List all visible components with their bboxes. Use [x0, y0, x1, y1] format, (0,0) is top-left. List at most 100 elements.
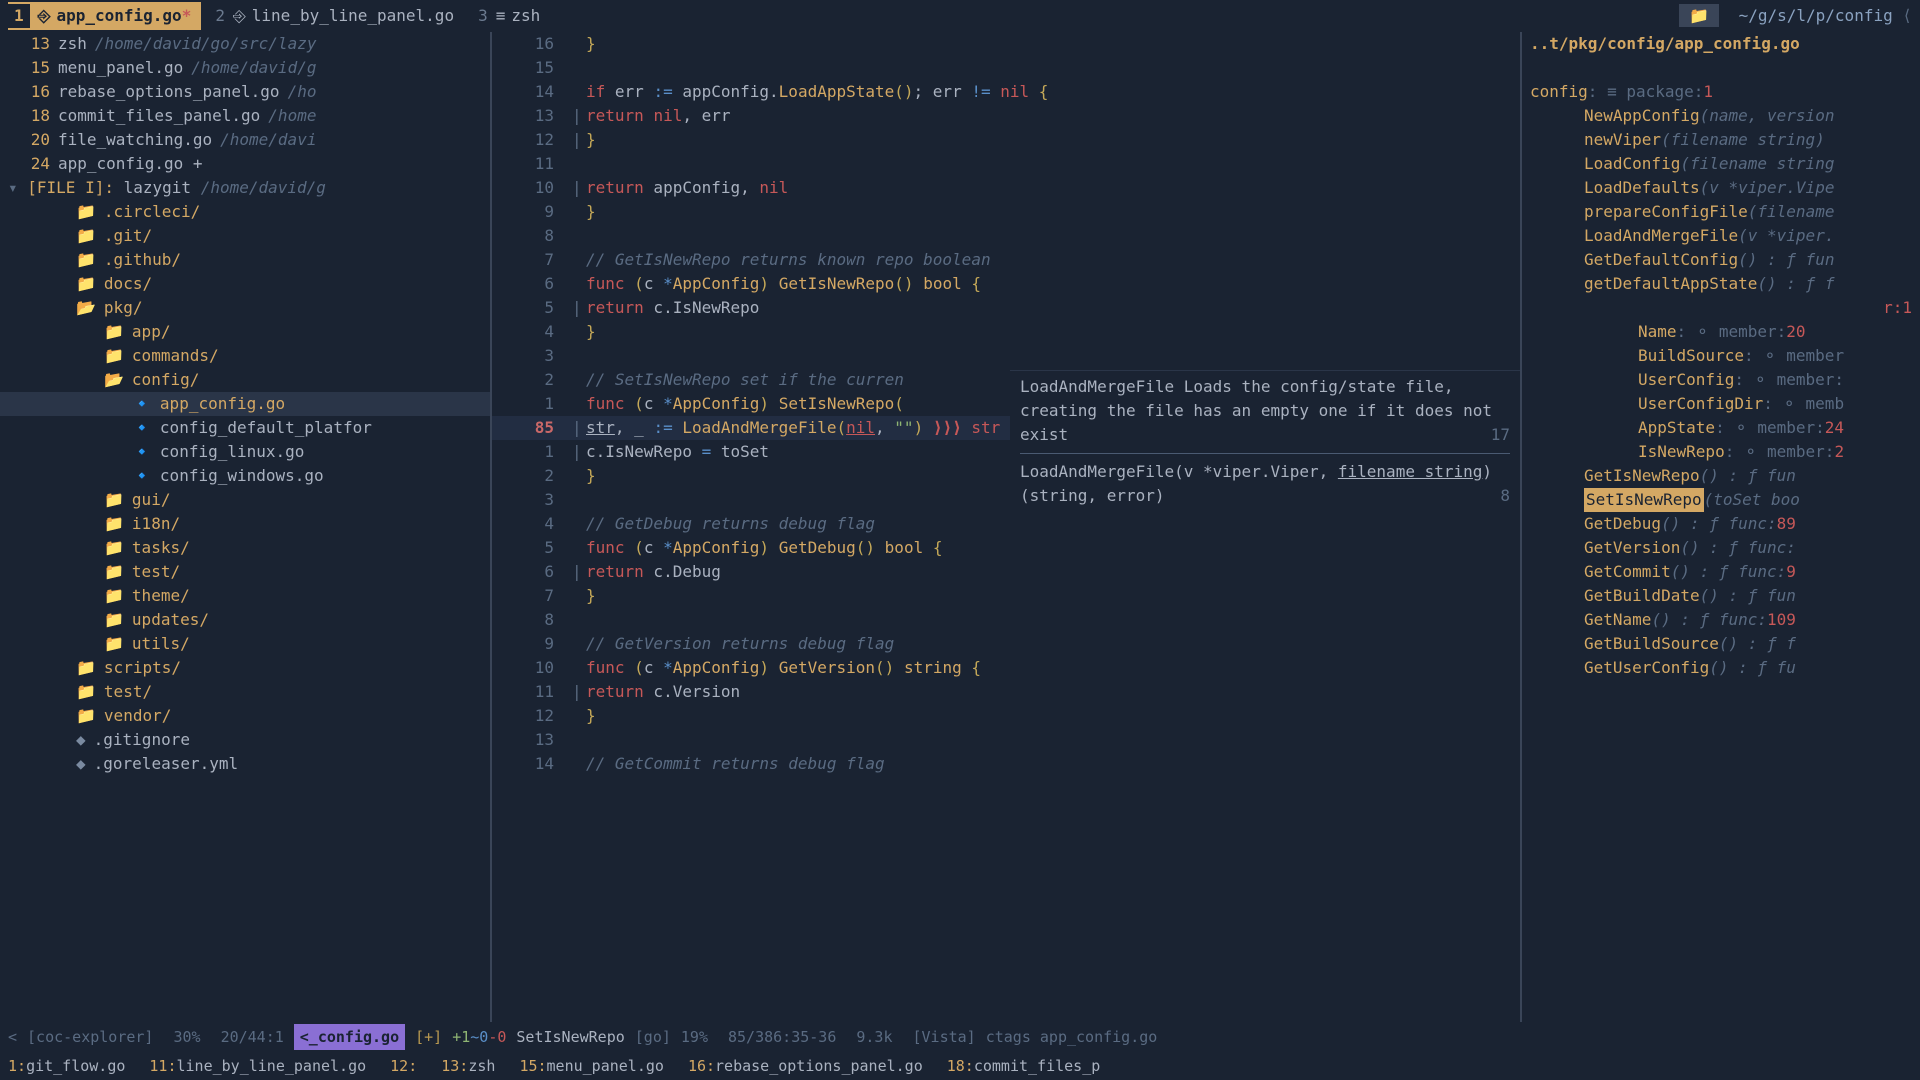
buffer-item[interactable]: 16:rebase_options_panel.go: [688, 1055, 923, 1078]
outline-item[interactable]: getDefaultAppState() : ƒ f: [1522, 272, 1920, 296]
code-line[interactable]: 14if err := appConfig.LoadAppState(); er…: [492, 80, 1520, 104]
folder-icon: 📁: [76, 272, 96, 296]
buffer-item[interactable]: 13:zsh: [441, 1055, 495, 1078]
tree-item-updates-[interactable]: 📁updates/: [0, 608, 490, 632]
tree-item-gui-[interactable]: 📁gui/: [0, 488, 490, 512]
outline-item[interactable]: GetUserConfig() : ƒ fu: [1522, 656, 1920, 680]
outline-item[interactable]: GetCommit() : ƒ func:9: [1522, 560, 1920, 584]
tree-item-vendor-[interactable]: 📁vendor/: [0, 704, 490, 728]
outline-package[interactable]: config : ≡ package:1: [1522, 80, 1920, 104]
tree-item-docs-[interactable]: 📁docs/: [0, 272, 490, 296]
tab-zsh[interactable]: 3≡zsh: [468, 2, 550, 30]
code-line[interactable]: 5func (c *AppConfig) GetDebug() bool {: [492, 536, 1520, 560]
folder-icon: 📁: [104, 536, 124, 560]
tab-app_config-go[interactable]: 1⎆app_config.go *: [8, 2, 201, 30]
code-line[interactable]: 5|return c.IsNewRepo: [492, 296, 1520, 320]
tree-item-config_default_platfor[interactable]: 🔹config_default_platfor: [0, 416, 490, 440]
code-line[interactable]: 8: [492, 608, 1520, 632]
buffer-item[interactable]: 15:menu_panel.go: [519, 1055, 664, 1078]
code-editor[interactable]: ..t/pkg/config/app_config.go 16}1514if e…: [490, 32, 1520, 1022]
status-diff-del: -0: [488, 1026, 506, 1049]
code-line[interactable]: 6|return c.Debug: [492, 560, 1520, 584]
outline-item[interactable]: UserConfig : ⚬ member:: [1522, 368, 1920, 392]
buffer-item[interactable]: 18:commit_files_p: [947, 1055, 1101, 1078]
recent-file[interactable]: 24app_config.go +: [0, 152, 490, 176]
code-line[interactable]: 9}: [492, 200, 1520, 224]
outline-item[interactable]: GetBuildDate() : ƒ fun: [1522, 584, 1920, 608]
code-line[interactable]: 6func (c *AppConfig) GetIsNewRepo() bool…: [492, 272, 1520, 296]
code-line[interactable]: 9// GetVersion returns debug flag: [492, 632, 1520, 656]
outline-item[interactable]: NewAppConfig(name, version: [1522, 104, 1920, 128]
tree-item--goreleaser-yml[interactable]: ◆.goreleaser.yml: [0, 752, 490, 776]
outline-item[interactable]: AppState : ⚬ member:24: [1522, 416, 1920, 440]
code-line[interactable]: 12|}: [492, 128, 1520, 152]
diamond-icon: ◆: [76, 728, 86, 752]
tree-item-tasks-[interactable]: 📁tasks/: [0, 536, 490, 560]
outline-item[interactable]: UserConfigDir : ⚬ memb: [1522, 392, 1920, 416]
code-line[interactable]: 12}: [492, 704, 1520, 728]
tree-item-app-[interactable]: 📁app/: [0, 320, 490, 344]
status-bar: < [coc-explorer] 30% 20/44:1 <_config.go…: [0, 1022, 1920, 1052]
code-line[interactable]: 10func (c *AppConfig) GetVersion() strin…: [492, 656, 1520, 680]
tab-line_by_line_panel-go[interactable]: 2⎆line_by_line_panel.go: [205, 2, 464, 30]
tree-item--gitignore[interactable]: ◆.gitignore: [0, 728, 490, 752]
tree-item-commands-[interactable]: 📁commands/: [0, 344, 490, 368]
code-line[interactable]: 10|return appConfig, nil: [492, 176, 1520, 200]
tree-item-test-[interactable]: 📁test/: [0, 560, 490, 584]
code-line[interactable]: 13| return nil, err: [492, 104, 1520, 128]
outline-item[interactable]: SetIsNewRepo(toSet boo: [1522, 488, 1920, 512]
outline-item[interactable]: Name : ⚬ member:20: [1522, 320, 1920, 344]
code-line[interactable]: 14// GetCommit returns debug flag: [492, 752, 1520, 776]
outline-item[interactable]: newViper(filename string): [1522, 128, 1920, 152]
tree-item--git-[interactable]: 📁.git/: [0, 224, 490, 248]
recent-file[interactable]: 16rebase_options_panel.go/ho: [0, 80, 490, 104]
code-line[interactable]: 11|return c.Version: [492, 680, 1520, 704]
code-line[interactable]: 11: [492, 152, 1520, 176]
tree-item-config_linux-go[interactable]: 🔹config_linux.go: [0, 440, 490, 464]
tree-item-scripts-[interactable]: 📁scripts/: [0, 656, 490, 680]
tree-item-pkg-[interactable]: 📂pkg/: [0, 296, 490, 320]
recent-file[interactable]: 15menu_panel.go/home/david/g: [0, 56, 490, 80]
folder-icon[interactable]: 📁: [1679, 4, 1719, 27]
tree-item-app_config-go[interactable]: 🔹app_config.go: [0, 392, 490, 416]
outline-item[interactable]: GetBuildSource() : ƒ f: [1522, 632, 1920, 656]
tree-item-i18n-[interactable]: 📁i18n/: [0, 512, 490, 536]
outline-item[interactable]: LoadDefaults(v *viper.Vipe: [1522, 176, 1920, 200]
buffer-item[interactable]: 11:line_by_line_panel.go: [149, 1055, 366, 1078]
code-line[interactable]: 3: [492, 344, 1520, 368]
code-line[interactable]: 4}: [492, 320, 1520, 344]
outline-item[interactable]: IsNewRepo : ⚬ member:2: [1522, 440, 1920, 464]
outline-item[interactable]: r:1: [1522, 296, 1920, 320]
outline-item[interactable]: prepareConfigFile(filename: [1522, 200, 1920, 224]
tree-item-theme-[interactable]: 📁theme/: [0, 584, 490, 608]
tree-item-config-[interactable]: 📂config/: [0, 368, 490, 392]
outline-item[interactable]: GetIsNewRepo() : ƒ fun: [1522, 464, 1920, 488]
buffer-item[interactable]: 12:: [390, 1055, 417, 1078]
go-icon: 🔹: [132, 464, 152, 488]
recent-file[interactable]: 13zsh/home/david/go/src/lazy: [0, 32, 490, 56]
code-line[interactable]: 15: [492, 56, 1520, 80]
tree-item-test-[interactable]: 📁test/: [0, 680, 490, 704]
code-line[interactable]: 16}: [492, 32, 1520, 56]
outline-item[interactable]: BuildSource : ⚬ member: [1522, 344, 1920, 368]
outline-item[interactable]: LoadAndMergeFile(v *viper.: [1522, 224, 1920, 248]
outline-item[interactable]: LoadConfig(filename string: [1522, 152, 1920, 176]
tree-item--github-[interactable]: 📁.github/: [0, 248, 490, 272]
code-line[interactable]: 4// GetDebug returns debug flag: [492, 512, 1520, 536]
tree-item-utils-[interactable]: 📁utils/: [0, 632, 490, 656]
code-line[interactable]: 7// GetIsNewRepo returns known repo bool…: [492, 248, 1520, 272]
path-short: ~/g/s/l/p/config: [1739, 6, 1893, 25]
recent-file[interactable]: 18commit_files_panel.go/home: [0, 104, 490, 128]
tree-item--circleci-[interactable]: 📁.circleci/: [0, 200, 490, 224]
tree-item-config_windows-go[interactable]: 🔹config_windows.go: [0, 464, 490, 488]
outline-item[interactable]: GetDefaultConfig() : ƒ fun: [1522, 248, 1920, 272]
code-line[interactable]: 13: [492, 728, 1520, 752]
code-line[interactable]: 8: [492, 224, 1520, 248]
outline-item[interactable]: GetDebug() : ƒ func:89: [1522, 512, 1920, 536]
outline-item[interactable]: GetVersion() : ƒ func:: [1522, 536, 1920, 560]
go-icon: 🔹: [132, 440, 152, 464]
buffer-item[interactable]: 1:git_flow.go: [8, 1055, 125, 1078]
code-line[interactable]: 7}: [492, 584, 1520, 608]
outline-item[interactable]: GetName() : ƒ func:109: [1522, 608, 1920, 632]
recent-file[interactable]: 20file_watching.go/home/davi: [0, 128, 490, 152]
